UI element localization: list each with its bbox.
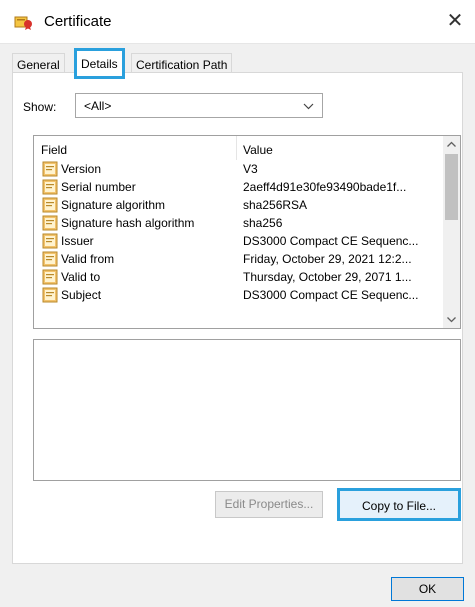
- list-item[interactable]: Version V3: [34, 160, 444, 178]
- field-value: sha256: [243, 216, 283, 230]
- column-header-field[interactable]: Field: [41, 143, 67, 157]
- tab-details[interactable]: Details: [74, 48, 125, 79]
- list-item[interactable]: Subject DS3000 Compact CE Sequenc...: [34, 286, 444, 304]
- list-rows: Version V3 Serial number 2aeff4d91e30fe9…: [34, 160, 444, 328]
- field-value: V3: [243, 162, 258, 176]
- field-name: Version: [61, 162, 102, 176]
- field-icon: [42, 287, 58, 303]
- field-name: Valid to: [61, 270, 101, 284]
- ok-button[interactable]: OK: [391, 577, 464, 601]
- show-selected-value: <All>: [84, 99, 112, 113]
- field-value: 2aeff4d91e30fe93490bade1f...: [243, 180, 407, 194]
- list-item[interactable]: Valid to Thursday, October 29, 2071 1...: [34, 268, 444, 286]
- list-item[interactable]: Serial number 2aeff4d91e30fe93490bade1f.…: [34, 178, 444, 196]
- fields-list[interactable]: Field Value Version V3 Serial number 2ae…: [33, 135, 461, 329]
- field-icon: [42, 215, 58, 231]
- window-title: Certificate: [44, 13, 112, 30]
- field-name: Signature hash algorithm: [61, 216, 195, 230]
- chevron-down-icon: [303, 103, 314, 110]
- list-item[interactable]: Valid from Friday, October 29, 2021 12:2…: [34, 250, 444, 268]
- field-icon: [42, 197, 58, 213]
- field-icon: [42, 269, 58, 285]
- field-value: sha256RSA: [243, 198, 308, 212]
- field-value: DS3000 Compact CE Sequenc...: [243, 288, 419, 302]
- title-bar: Certificate ✕: [0, 0, 475, 44]
- field-name: Subject: [61, 288, 102, 302]
- column-divider[interactable]: [236, 136, 237, 160]
- list-item[interactable]: Signature hash algorithm sha256: [34, 214, 444, 232]
- list-scrollbar[interactable]: [443, 136, 460, 328]
- details-panel: Show: <All> Field Value Version V3 Seria…: [12, 72, 463, 564]
- scroll-up-icon[interactable]: [443, 136, 460, 153]
- scroll-thumb[interactable]: [445, 154, 458, 220]
- certificate-icon: [14, 16, 32, 30]
- field-icon: [42, 233, 58, 249]
- copy-to-file-button[interactable]: Copy to File...: [337, 488, 461, 521]
- edit-properties-button[interactable]: Edit Properties...: [215, 491, 323, 518]
- field-icon: [42, 251, 58, 267]
- field-value: DS3000 Compact CE Sequenc...: [243, 234, 419, 248]
- field-icon: [42, 161, 58, 177]
- field-name: Issuer: [61, 234, 94, 248]
- list-header: Field Value: [34, 136, 444, 160]
- column-header-value[interactable]: Value: [243, 143, 273, 157]
- close-button[interactable]: ✕: [443, 10, 467, 34]
- field-value: Friday, October 29, 2021 12:2...: [243, 252, 412, 266]
- close-icon: ✕: [446, 10, 464, 32]
- show-label: Show:: [23, 100, 57, 114]
- field-name: Signature algorithm: [61, 198, 166, 212]
- field-icon: [42, 179, 58, 195]
- field-name: Serial number: [61, 180, 136, 194]
- scroll-down-icon[interactable]: [443, 311, 460, 328]
- field-name: Valid from: [61, 252, 115, 266]
- list-item[interactable]: Signature algorithm sha256RSA: [34, 196, 444, 214]
- list-item[interactable]: Issuer DS3000 Compact CE Sequenc...: [34, 232, 444, 250]
- field-detail-textbox[interactable]: [33, 339, 461, 481]
- field-value: Thursday, October 29, 2071 1...: [243, 270, 412, 284]
- show-dropdown[interactable]: <All>: [75, 93, 323, 118]
